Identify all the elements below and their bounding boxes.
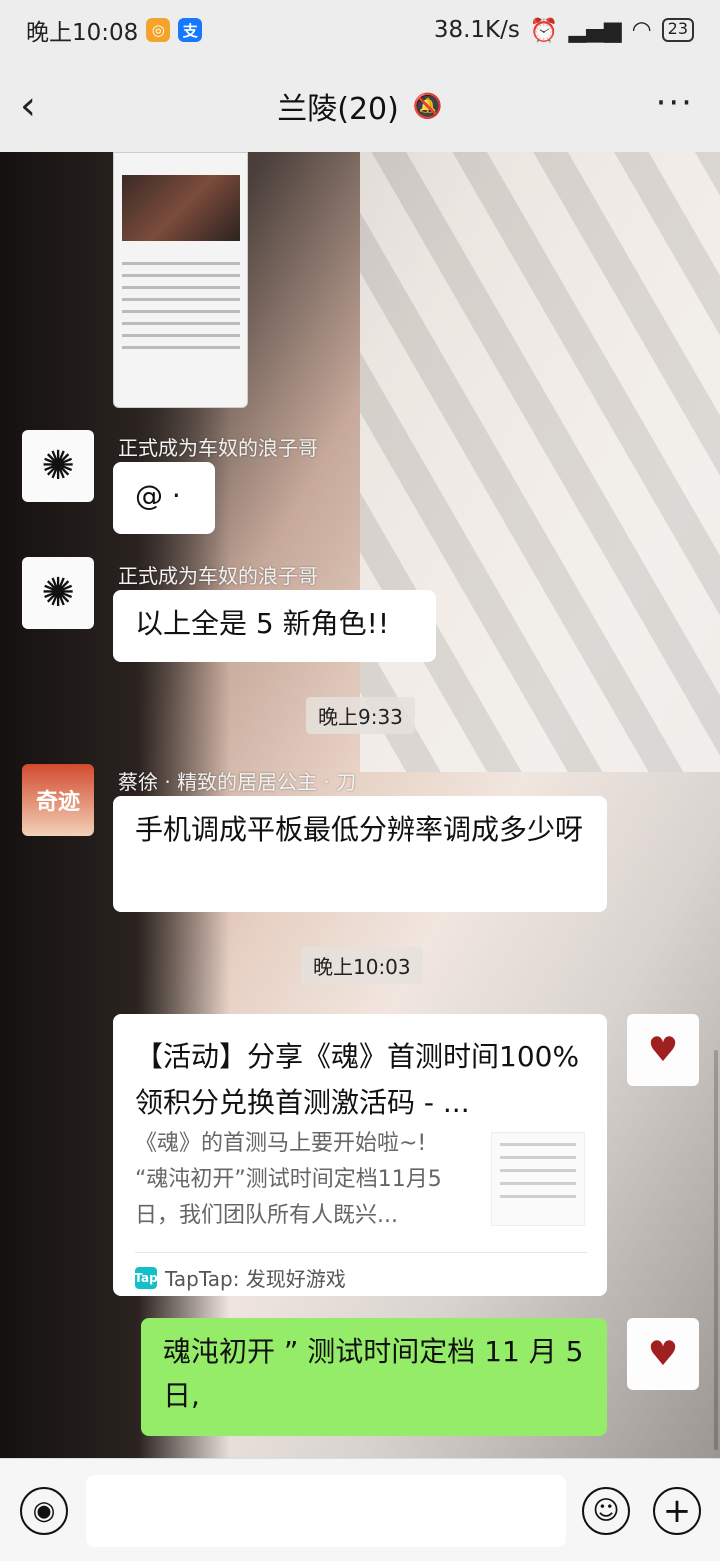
more-options-icon[interactable]: ··· — [656, 86, 694, 120]
app-notification-icon: ◎ — [146, 18, 171, 42]
message-bubble-self[interactable]: 魂沌初开 ” 测试时间定档 11 月 5 日, — [141, 1318, 607, 1436]
avatar[interactable]: ✺ — [22, 557, 94, 629]
network-speed: 38.1K/s — [433, 17, 520, 43]
card-thumbnail — [491, 1132, 585, 1226]
wifi-icon: ◠ — [631, 17, 652, 43]
link-card[interactable]: 【活动】分享《魂》首测时间100%领积分兑换首测激活码 - ... 《魂》的首测… — [113, 1014, 607, 1296]
timestamp: 晚上10:03 — [301, 947, 423, 984]
image-message[interactable] — [113, 152, 248, 408]
chat-title-group: 兰陵(20) 🔕 — [277, 84, 442, 128]
message-input[interactable] — [86, 1475, 566, 1547]
avatar[interactable]: 奇迹 — [22, 764, 94, 836]
card-title: 【活动】分享《魂》首测时间100%领积分兑换首测激活码 - ... — [135, 1040, 580, 1119]
input-bar: ◉ ☺ + — [0, 1458, 720, 1561]
background-photo-cloth — [360, 152, 720, 772]
status-bar: 晚上10:08 ◎ 支 38.1K/s ⏰ ▂▄▆ ◠ 23 — [0, 0, 720, 60]
avatar[interactable]: ✺ — [22, 430, 94, 502]
card-description: 《魂》的首测马上要开始啦~! “魂沌初开”测试时间定档11月5日，我们团队所有人… — [135, 1131, 442, 1228]
avatar-chibi-icon: ♥ — [647, 1334, 679, 1374]
back-icon[interactable]: ‹ — [20, 82, 60, 130]
taptap-icon: Tap — [134, 1266, 158, 1289]
avatar-boy-icon: ✺ — [41, 443, 75, 489]
sender-name: 正式成为车奴的浪子哥 — [118, 436, 318, 460]
avatar-self[interactable]: ♥ — [627, 1318, 699, 1390]
status-right: 38.1K/s ⏰ ▂▄▆ ◠ 23 — [434, 17, 694, 44]
voice-input-icon[interactable]: ◉ — [20, 1487, 68, 1535]
avatar-self[interactable]: ♥ — [627, 1014, 699, 1086]
chat-title: 兰陵(20) — [277, 92, 399, 127]
signal-icon: ▂▄▆ — [568, 17, 622, 43]
scrollbar[interactable] — [714, 1050, 718, 1450]
sender-name: 正式成为车奴的浪子哥 — [118, 564, 318, 588]
card-source-label: TapTap: 发现好游戏 — [165, 1267, 346, 1291]
message-bubble[interactable]: @ · — [113, 462, 215, 534]
chat-area[interactable]: ✺ 正式成为车奴的浪子哥 @ · ✺ 正式成为车奴的浪子哥 以上全是 5 新角色… — [0, 152, 720, 1458]
mute-icon: 🔕 — [412, 92, 443, 120]
message-bubble[interactable]: 以上全是 5 新角色!! — [113, 590, 436, 662]
plus-icon[interactable]: + — [653, 1487, 701, 1535]
chat-header: ‹ 兰陵(20) 🔕 ··· — [0, 60, 720, 152]
image-message-text-lines — [122, 253, 240, 358]
avatar-chibi-icon: ♥ — [647, 1030, 679, 1070]
image-message-picture — [122, 175, 240, 241]
message-bubble[interactable]: 手机调成平板最低分辨率调成多少呀 — [113, 796, 607, 912]
emoji-icon[interactable]: ☺ — [582, 1487, 630, 1535]
alipay-icon: 支 — [178, 18, 203, 42]
avatar-red-label: 奇迹 — [35, 790, 80, 815]
alarm-icon: ⏰ — [529, 17, 559, 44]
status-time: 晚上10:08 — [26, 20, 139, 46]
sender-name: 蔡徐 · 精致的居居公主 · 刀 — [118, 770, 357, 794]
status-left: 晚上10:08 ◎ 支 — [26, 13, 203, 47]
battery-icon: 23 — [661, 18, 694, 42]
avatar-boy-icon: ✺ — [41, 570, 75, 616]
card-source: Tap TapTap: 发现好游戏 — [134, 1252, 587, 1292]
timestamp: 晚上9:33 — [306, 697, 415, 734]
